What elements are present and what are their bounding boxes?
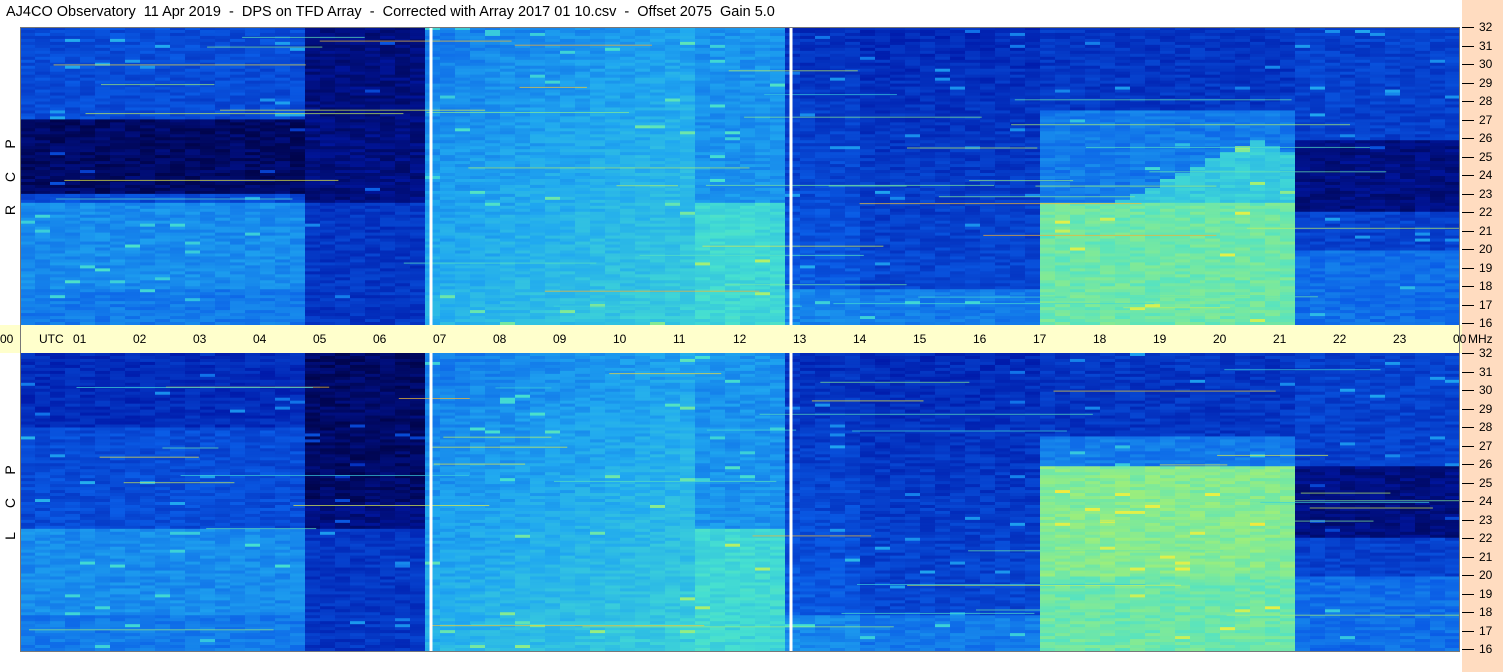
title-bar: AJ4CO Observatory 11 Apr 2019 - DPS on T… bbox=[0, 0, 1462, 27]
spectrogram-svg bbox=[20, 27, 1460, 325]
rcp-spectrogram bbox=[20, 27, 1460, 325]
chart-title: AJ4CO Observatory 11 Apr 2019 - DPS on T… bbox=[6, 4, 775, 20]
